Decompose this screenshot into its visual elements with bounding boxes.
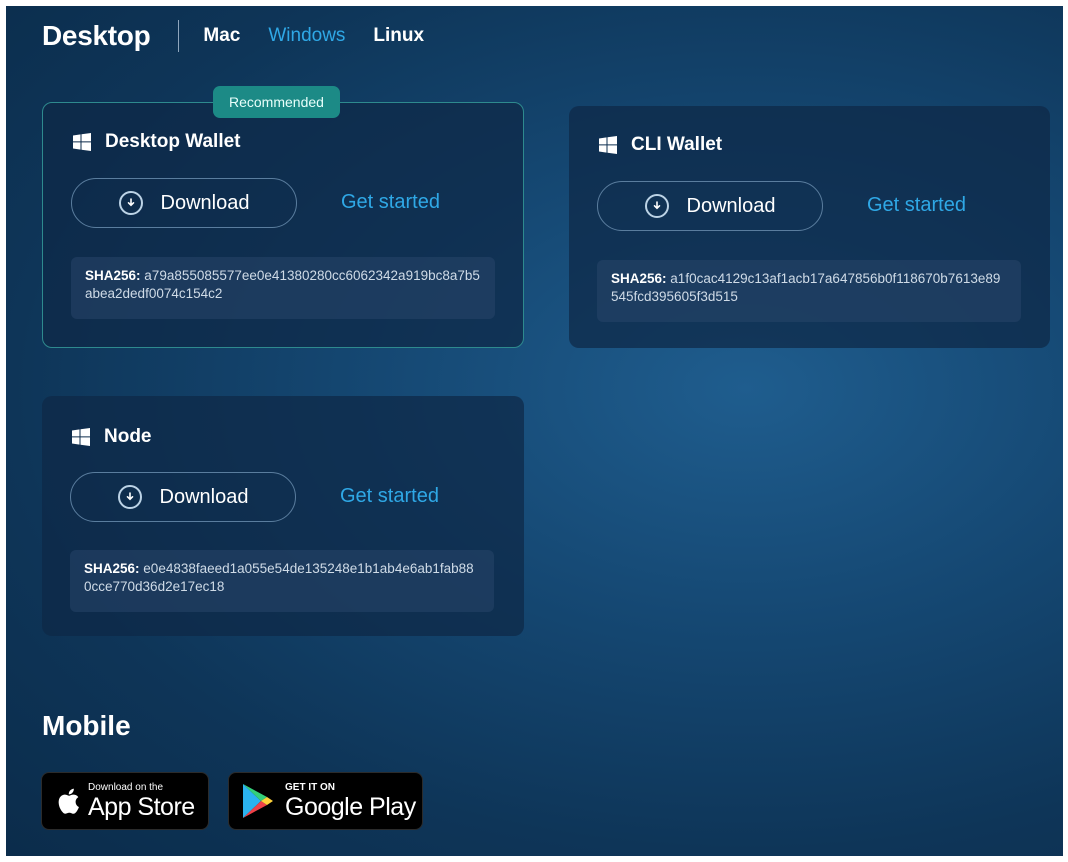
- sha256-label: SHA256:: [84, 561, 140, 576]
- sha256-box: SHA256: a1f0cac4129c13af1acb17a647856b0f…: [597, 260, 1021, 322]
- sha256-label: SHA256:: [85, 268, 141, 283]
- google-play-small-text: GET IT ON: [285, 781, 335, 793]
- get-started-link[interactable]: Get started: [867, 194, 966, 217]
- app-store-button[interactable]: Download on the App Store: [41, 772, 209, 830]
- node-card: Node Download Get started SHA256: e0e483…: [42, 396, 524, 636]
- get-started-link[interactable]: Get started: [340, 485, 439, 508]
- card-title-label: Desktop Wallet: [105, 131, 241, 152]
- sha256-value: e0e4838faeed1a055e54de135248e1b1ab4e6ab1…: [84, 561, 474, 594]
- desktop-wallet-card: Recommended Desktop Wallet Download Get …: [42, 86, 524, 348]
- tab-mac[interactable]: Mac: [203, 25, 240, 47]
- download-icon: [644, 194, 669, 218]
- download-button[interactable]: Download: [70, 472, 296, 522]
- download-label: Download: [686, 194, 776, 217]
- card-title-label: Node: [104, 426, 152, 447]
- download-label: Download: [160, 191, 250, 214]
- sha256-value: a79a855085577ee0e41380280cc6062342a919bc…: [85, 268, 480, 301]
- header-divider: [178, 20, 180, 52]
- page-frame: Desktop Mac Windows Linux Recommended De…: [6, 6, 1063, 856]
- windows-icon: [599, 136, 617, 154]
- get-started-link[interactable]: Get started: [341, 191, 440, 214]
- sha256-value: a1f0cac4129c13af1acb17a647856b0f118670b7…: [611, 271, 1001, 304]
- windows-icon: [73, 133, 91, 151]
- download-icon: [118, 191, 143, 215]
- sha256-label: SHA256:: [611, 271, 667, 286]
- sha256-box: SHA256: e0e4838faeed1a055e54de135248e1b1…: [70, 550, 494, 612]
- google-play-icon: [243, 784, 273, 818]
- download-button[interactable]: Download: [71, 178, 297, 228]
- cli-wallet-card: CLI Wallet Download Get started SHA256: …: [569, 106, 1050, 348]
- page-title: Desktop: [42, 20, 151, 51]
- mobile-section-title: Mobile: [42, 710, 131, 741]
- recommended-badge: Recommended: [213, 86, 340, 118]
- platform-header: Desktop Mac Windows Linux: [42, 16, 452, 56]
- card-title: CLI Wallet: [599, 134, 722, 156]
- windows-icon: [72, 428, 90, 446]
- google-play-button[interactable]: GET IT ON Google Play: [228, 772, 423, 830]
- card-title: Node: [72, 426, 152, 448]
- card-title-label: CLI Wallet: [631, 134, 723, 155]
- download-icon: [117, 485, 142, 509]
- app-store-big-text: App Store: [88, 792, 195, 821]
- google-play-big-text: Google Play: [285, 792, 416, 821]
- app-store-small-text: Download on the: [88, 781, 164, 793]
- sha256-box: SHA256: a79a855085577ee0e41380280cc60623…: [71, 257, 495, 319]
- tab-linux[interactable]: Linux: [373, 25, 424, 47]
- apple-icon: [58, 788, 79, 814]
- download-label: Download: [159, 485, 249, 508]
- card-title: Desktop Wallet: [73, 131, 241, 153]
- tab-windows[interactable]: Windows: [268, 25, 345, 47]
- download-button[interactable]: Download: [597, 181, 823, 231]
